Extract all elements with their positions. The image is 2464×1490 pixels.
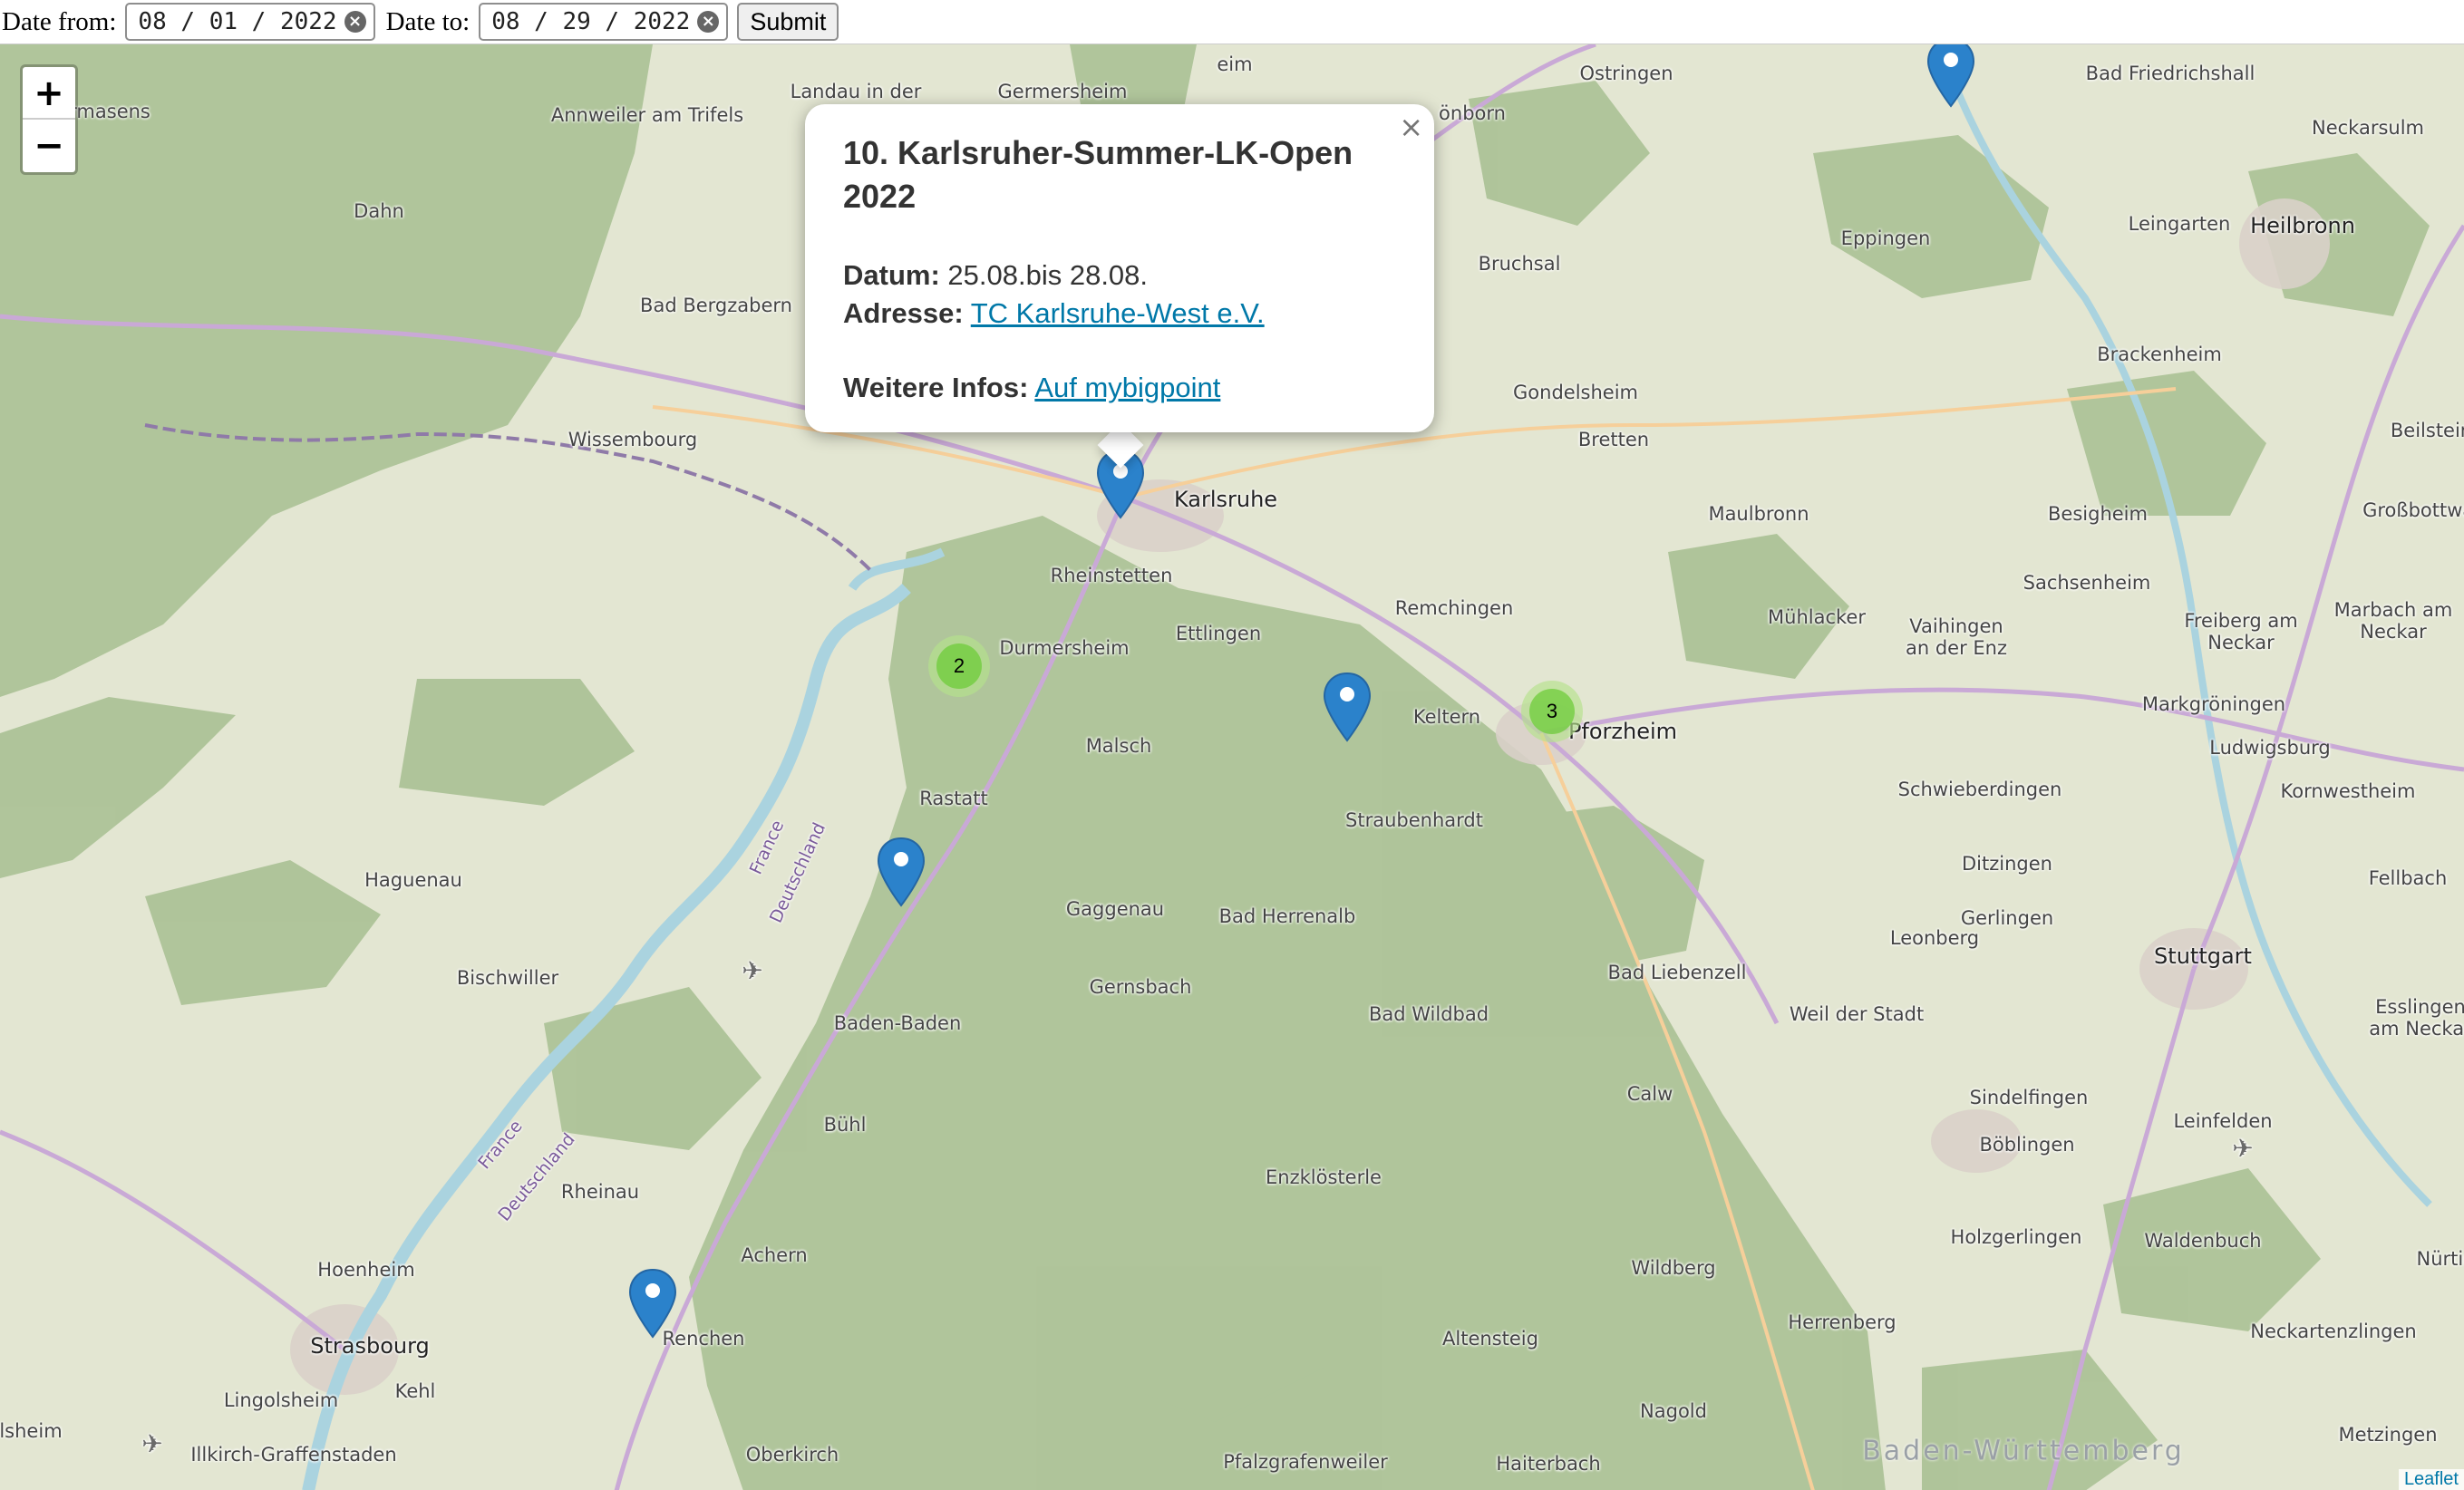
date-to-value: 08 / 29 / 2022: [491, 8, 691, 35]
date-from-label: Date from:: [2, 6, 117, 36]
map-container[interactable]: Pirmasens Annweiler am Trifels Landau in…: [0, 44, 2464, 1490]
attribution-link[interactable]: Leaflet: [2398, 1469, 2464, 1490]
date-filter-form: Date from: 08 / 01 / 2022 × Date to: 08 …: [0, 0, 2464, 44]
map-marker-icon[interactable]: [1323, 672, 1372, 742]
popup-title: 10. Karlsruher-Summer-LK-Open 2022: [843, 134, 1353, 215]
clear-icon[interactable]: ×: [697, 11, 720, 33]
adresse-label: Adresse:: [843, 297, 964, 329]
date-to-input[interactable]: 08 / 29 / 2022 ×: [479, 3, 729, 41]
zoom-control: + −: [20, 64, 78, 175]
popup-infos-row: Weitere Infos: Auf mybigpoint: [843, 369, 1396, 407]
clear-icon[interactable]: ×: [344, 11, 366, 33]
popup-adresse-row: Adresse: TC Karlsruhe-West e.V.: [843, 295, 1396, 333]
marker-cluster[interactable]: 2: [928, 635, 990, 697]
marker-cluster[interactable]: 3: [1521, 681, 1583, 742]
close-icon[interactable]: ×: [1399, 110, 1423, 144]
datum-label: Datum:: [843, 259, 940, 291]
cluster-count: 3: [1529, 689, 1575, 734]
popup-datum-row: Datum: 25.08.bis 28.08.: [843, 256, 1396, 295]
submit-button[interactable]: Submit: [737, 3, 839, 41]
datum-value: 25.08.bis 28.08.: [947, 259, 1149, 291]
adresse-link[interactable]: TC Karlsruhe-West e.V.: [971, 297, 1265, 329]
map-marker-icon[interactable]: [877, 837, 926, 907]
date-from-input[interactable]: 08 / 01 / 2022 ×: [125, 3, 375, 41]
date-from-value: 08 / 01 / 2022: [138, 8, 337, 35]
zoom-in-button[interactable]: +: [23, 67, 75, 120]
map-marker-icon[interactable]: [1926, 44, 1975, 108]
zoom-out-button[interactable]: −: [23, 120, 75, 172]
infos-label: Weitere Infos:: [843, 372, 1029, 403]
date-to-label: Date to:: [385, 6, 470, 36]
marker-popup: × 10. Karlsruher-Summer-LK-Open 2022 Dat…: [805, 104, 1434, 432]
mybigpoint-link[interactable]: Auf mybigpoint: [1034, 372, 1220, 403]
cluster-count: 2: [936, 643, 982, 689]
map-marker-icon[interactable]: [628, 1268, 677, 1339]
